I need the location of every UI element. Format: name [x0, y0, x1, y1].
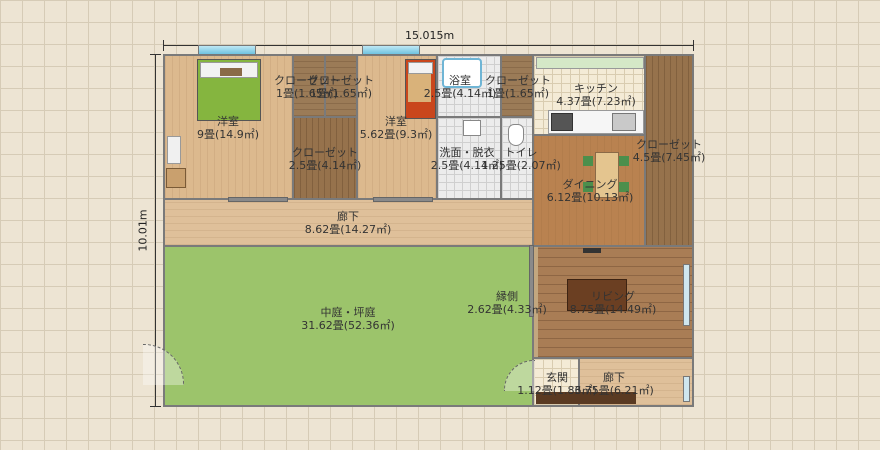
label-courtyard: 中庭・坪庭 31.62畳(52.36㎡) — [301, 306, 395, 332]
width-dimension-label: 15.015m — [405, 29, 455, 42]
label-closet-right: クローゼット 4.5畳(7.45㎡) — [632, 138, 706, 164]
stove-icon — [551, 113, 573, 131]
width-dimension-tick-right — [693, 40, 694, 51]
label-closet-3: クローゼット 1畳(1.65㎡) — [485, 74, 551, 100]
label-engawa: 縁側 2.62畳(4.33㎡) — [467, 290, 547, 316]
label-kitchen: キッチン 4.37畳(7.23㎡) — [556, 82, 636, 108]
sliding-door[interactable] — [228, 197, 288, 202]
window-bedroom-1 — [198, 45, 256, 55]
label-closet-mid: クローゼット 2.5畳(4.14㎡) — [288, 146, 362, 172]
sink-icon — [612, 113, 636, 131]
washbasin-icon — [463, 120, 481, 136]
window-bedroom-2 — [362, 45, 420, 55]
sliding-door[interactable] — [373, 197, 433, 202]
label-bedroom-2: 洋室 5.62畳(9.3㎡) — [359, 115, 433, 141]
height-dimension-tick-bottom — [150, 406, 161, 407]
chair-icon — [166, 168, 186, 188]
label-closet-2: クローゼット 1畳(1.65㎡) — [308, 74, 374, 100]
toilet-icon — [508, 124, 524, 146]
bed-icon — [197, 59, 261, 121]
label-living: リビング 8.75畳(14.49㎡) — [569, 290, 657, 316]
label-toilet: トイレ 1.25畳(2.07㎡) — [481, 146, 561, 172]
height-dimension-tick-top — [150, 54, 161, 55]
chair-icon — [583, 156, 593, 166]
desk-icon — [167, 136, 181, 164]
kitchen-counter — [536, 57, 644, 69]
tv-icon — [583, 248, 601, 253]
window-hallway-right — [683, 376, 690, 402]
chair-icon — [619, 156, 629, 166]
height-dimension-label: 10.01m — [136, 209, 150, 252]
label-bedroom-1: 洋室 9畳(14.9㎡) — [196, 115, 260, 141]
label-dining: ダイニング 6.12畳(10.13㎡) — [546, 178, 634, 204]
window-living-right — [683, 264, 690, 326]
label-hallway: 廊下 8.62畳(14.27㎡) — [304, 210, 392, 236]
width-dimension-tick-left — [163, 40, 164, 51]
label-hallway-2: 廊下 3.75畳(6.21㎡) — [574, 371, 654, 397]
